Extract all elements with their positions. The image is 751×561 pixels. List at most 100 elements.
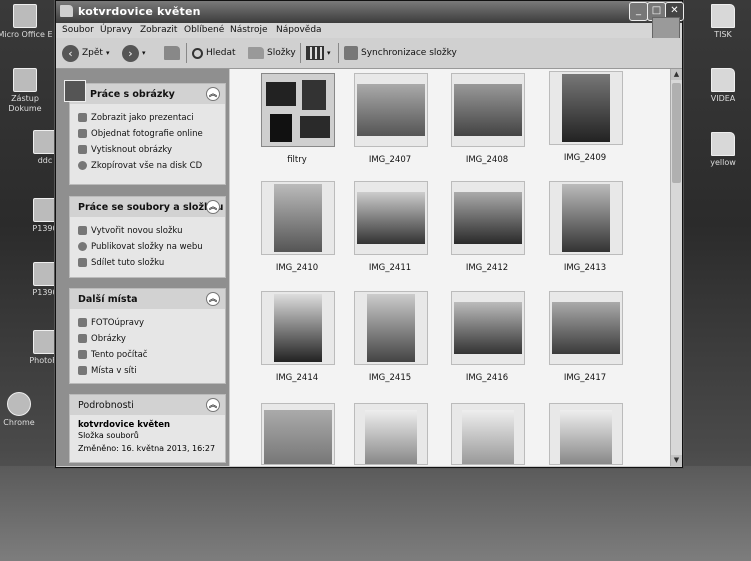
vertical-scrollbar[interactable]: ▲ ▼ [670,69,682,466]
thumbnail-item[interactable]: IMG_2416 [444,291,530,395]
scrollbar-thumb[interactable] [672,83,681,183]
scroll-down-arrow-icon[interactable]: ▼ [671,455,682,466]
photo-frame [451,73,525,147]
task-new-folder[interactable]: Vytvořit novou složku [70,223,225,239]
panel-pictures-header[interactable]: Práce s obrázky ︽ [64,80,225,104]
photo-frame [451,403,525,465]
desktop-icon-documents[interactable]: Zástup Dokume [0,68,54,114]
thumbnail-label: IMG_2416 [465,373,509,383]
task-slideshow[interactable]: Zobrazit jako prezentaci [70,110,225,126]
photo-thumbnail [264,410,332,464]
task-pane: Práce s obrázky ︽ Zobrazit jako prezenta… [56,69,229,466]
printer-icon [78,145,87,154]
thumbnail-item[interactable]: IMG_2417 [542,291,628,395]
new-folder-icon [78,226,87,235]
photo-thumbnail [367,294,415,362]
photo-thumbnail [562,74,610,142]
thumbnail-item[interactable] [347,403,433,507]
folder-up-icon [164,46,180,60]
thumbnail-item[interactable]: filtry [254,73,340,177]
photo-frame [261,181,335,255]
search-button[interactable]: Hledat [192,44,236,62]
photo-thumbnail [462,410,514,464]
pictures-folder-icon [78,334,87,343]
share-icon [78,258,87,267]
collapse-icon[interactable]: ︽ [206,200,220,214]
back-button[interactable]: ‹ Zpět ▾ [62,44,109,62]
menu-upravy[interactable]: Úpravy [100,25,132,35]
task-copy-to-cd[interactable]: Zkopírovat vše na disk CD [70,158,225,174]
panel-places-title: Další místa [78,294,138,305]
thumbnail-item[interactable]: IMG_2415 [347,291,433,395]
menu-oblibene[interactable]: Oblíbené [184,25,224,35]
views-button[interactable]: ▾ [306,44,331,62]
back-arrow-icon: ‹ [62,44,79,62]
collapse-icon[interactable]: ︽ [206,398,220,412]
file-view: filtry IMG_2407 IMG_2408 IMG_2409 IMG_24… [230,69,670,466]
chevron-down-icon: ▾ [327,49,331,57]
folder-icon [60,5,73,17]
thumbnail-item[interactable] [254,403,340,507]
forward-button[interactable]: › ▾ [122,44,146,62]
thumbnail-item[interactable]: IMG_2413 [542,181,628,285]
photo-frame [354,291,428,365]
thumbnail-item[interactable]: IMG_2407 [347,73,433,177]
computer-icon [78,350,87,359]
thumbnail-label: IMG_2414 [275,373,319,383]
desktop-icon-videa[interactable]: VIDEA [694,68,751,104]
panel-files: Práce se soubory a složkou ︽ Vytvořit no… [69,196,226,278]
folder-icon [711,68,735,92]
task-publish-web[interactable]: Publikovat složky na webu [70,239,225,255]
place-obrazky[interactable]: Obrázky [70,331,225,347]
thumbnail-item[interactable]: IMG_2414 [254,291,340,395]
thumbnail-item[interactable]: IMG_2410 [254,181,340,285]
panel-details-header[interactable]: Podrobnosti ︽ [70,395,225,415]
photo-frame [354,403,428,465]
desktop-icon-yellow[interactable]: yellow [694,132,751,168]
scroll-up-arrow-icon[interactable]: ▲ [671,69,682,80]
panel-details: Podrobnosti ︽ kotvrdovice květen Složka … [69,394,226,463]
task-print-pictures[interactable]: Vytisknout obrázky [70,142,225,158]
thumbnail-item[interactable]: IMG_2408 [444,73,530,177]
folders-button[interactable]: Složky [248,44,296,62]
place-network[interactable]: Místa v síti [70,363,225,379]
desktop-icon-chrome[interactable]: Chrome [0,392,48,428]
thumbnail-item[interactable] [542,403,628,507]
thumbnail-item[interactable] [444,403,530,507]
task-share-folder[interactable]: Sdílet tuto složku [70,255,225,271]
desktop-icon-tisk[interactable]: TISK [694,4,751,40]
thumbnail-label: IMG_2407 [368,155,412,165]
title-bar[interactable]: kotvrdovice květen _ □ ✕ [56,1,684,23]
task-order-prints[interactable]: Objednat fotografie online [70,126,225,142]
minimize-button[interactable]: _ [629,2,648,21]
place-fotoupravy[interactable]: FOTOúpravy [70,315,225,331]
thumbnail-item[interactable]: IMG_2412 [444,181,530,285]
menu-napoveda[interactable]: Nápověda [276,25,322,35]
place-my-computer[interactable]: Tento počítač [70,347,225,363]
panel-files-header[interactable]: Práce se soubory a složkou ︽ [70,197,225,217]
thumbnail-label: IMG_2413 [563,263,607,273]
thumbnail-label: IMG_2412 [465,263,509,273]
photo-thumbnail [270,114,292,142]
details-type: Složka souborů [78,431,139,440]
toolbar-separator [186,43,187,63]
panel-places-header[interactable]: Další místa ︽ [70,289,225,309]
thumbnail-item[interactable]: IMG_2411 [347,181,433,285]
sync-folder-button[interactable]: Synchronizace složky [344,44,457,62]
thumbnail-label: IMG_2411 [368,263,412,273]
chevron-down-icon: ▾ [105,49,110,57]
thumbnail-item[interactable]: IMG_2409 [542,71,628,175]
collapse-icon[interactable]: ︽ [206,87,220,101]
toolbar: ‹ Zpět ▾ › ▾ Hledat Složky ▾ Synchroniza… [56,38,682,69]
panel-pictures: Práce s obrázky ︽ Zobrazit jako prezenta… [64,80,226,185]
menu-zobrazit[interactable]: Zobrazit [140,25,177,35]
thumbnail-label: IMG_2417 [563,373,607,383]
globe-icon [78,242,87,251]
menu-soubor[interactable]: Soubor [62,25,94,35]
collapse-icon[interactable]: ︽ [206,292,220,306]
up-button[interactable] [164,44,180,62]
menu-nastroje[interactable]: Nástroje [230,25,268,35]
folder-icon [711,132,735,156]
photo-frame [549,403,623,465]
desktop-icon-office[interactable]: Micro Office E [0,4,54,40]
